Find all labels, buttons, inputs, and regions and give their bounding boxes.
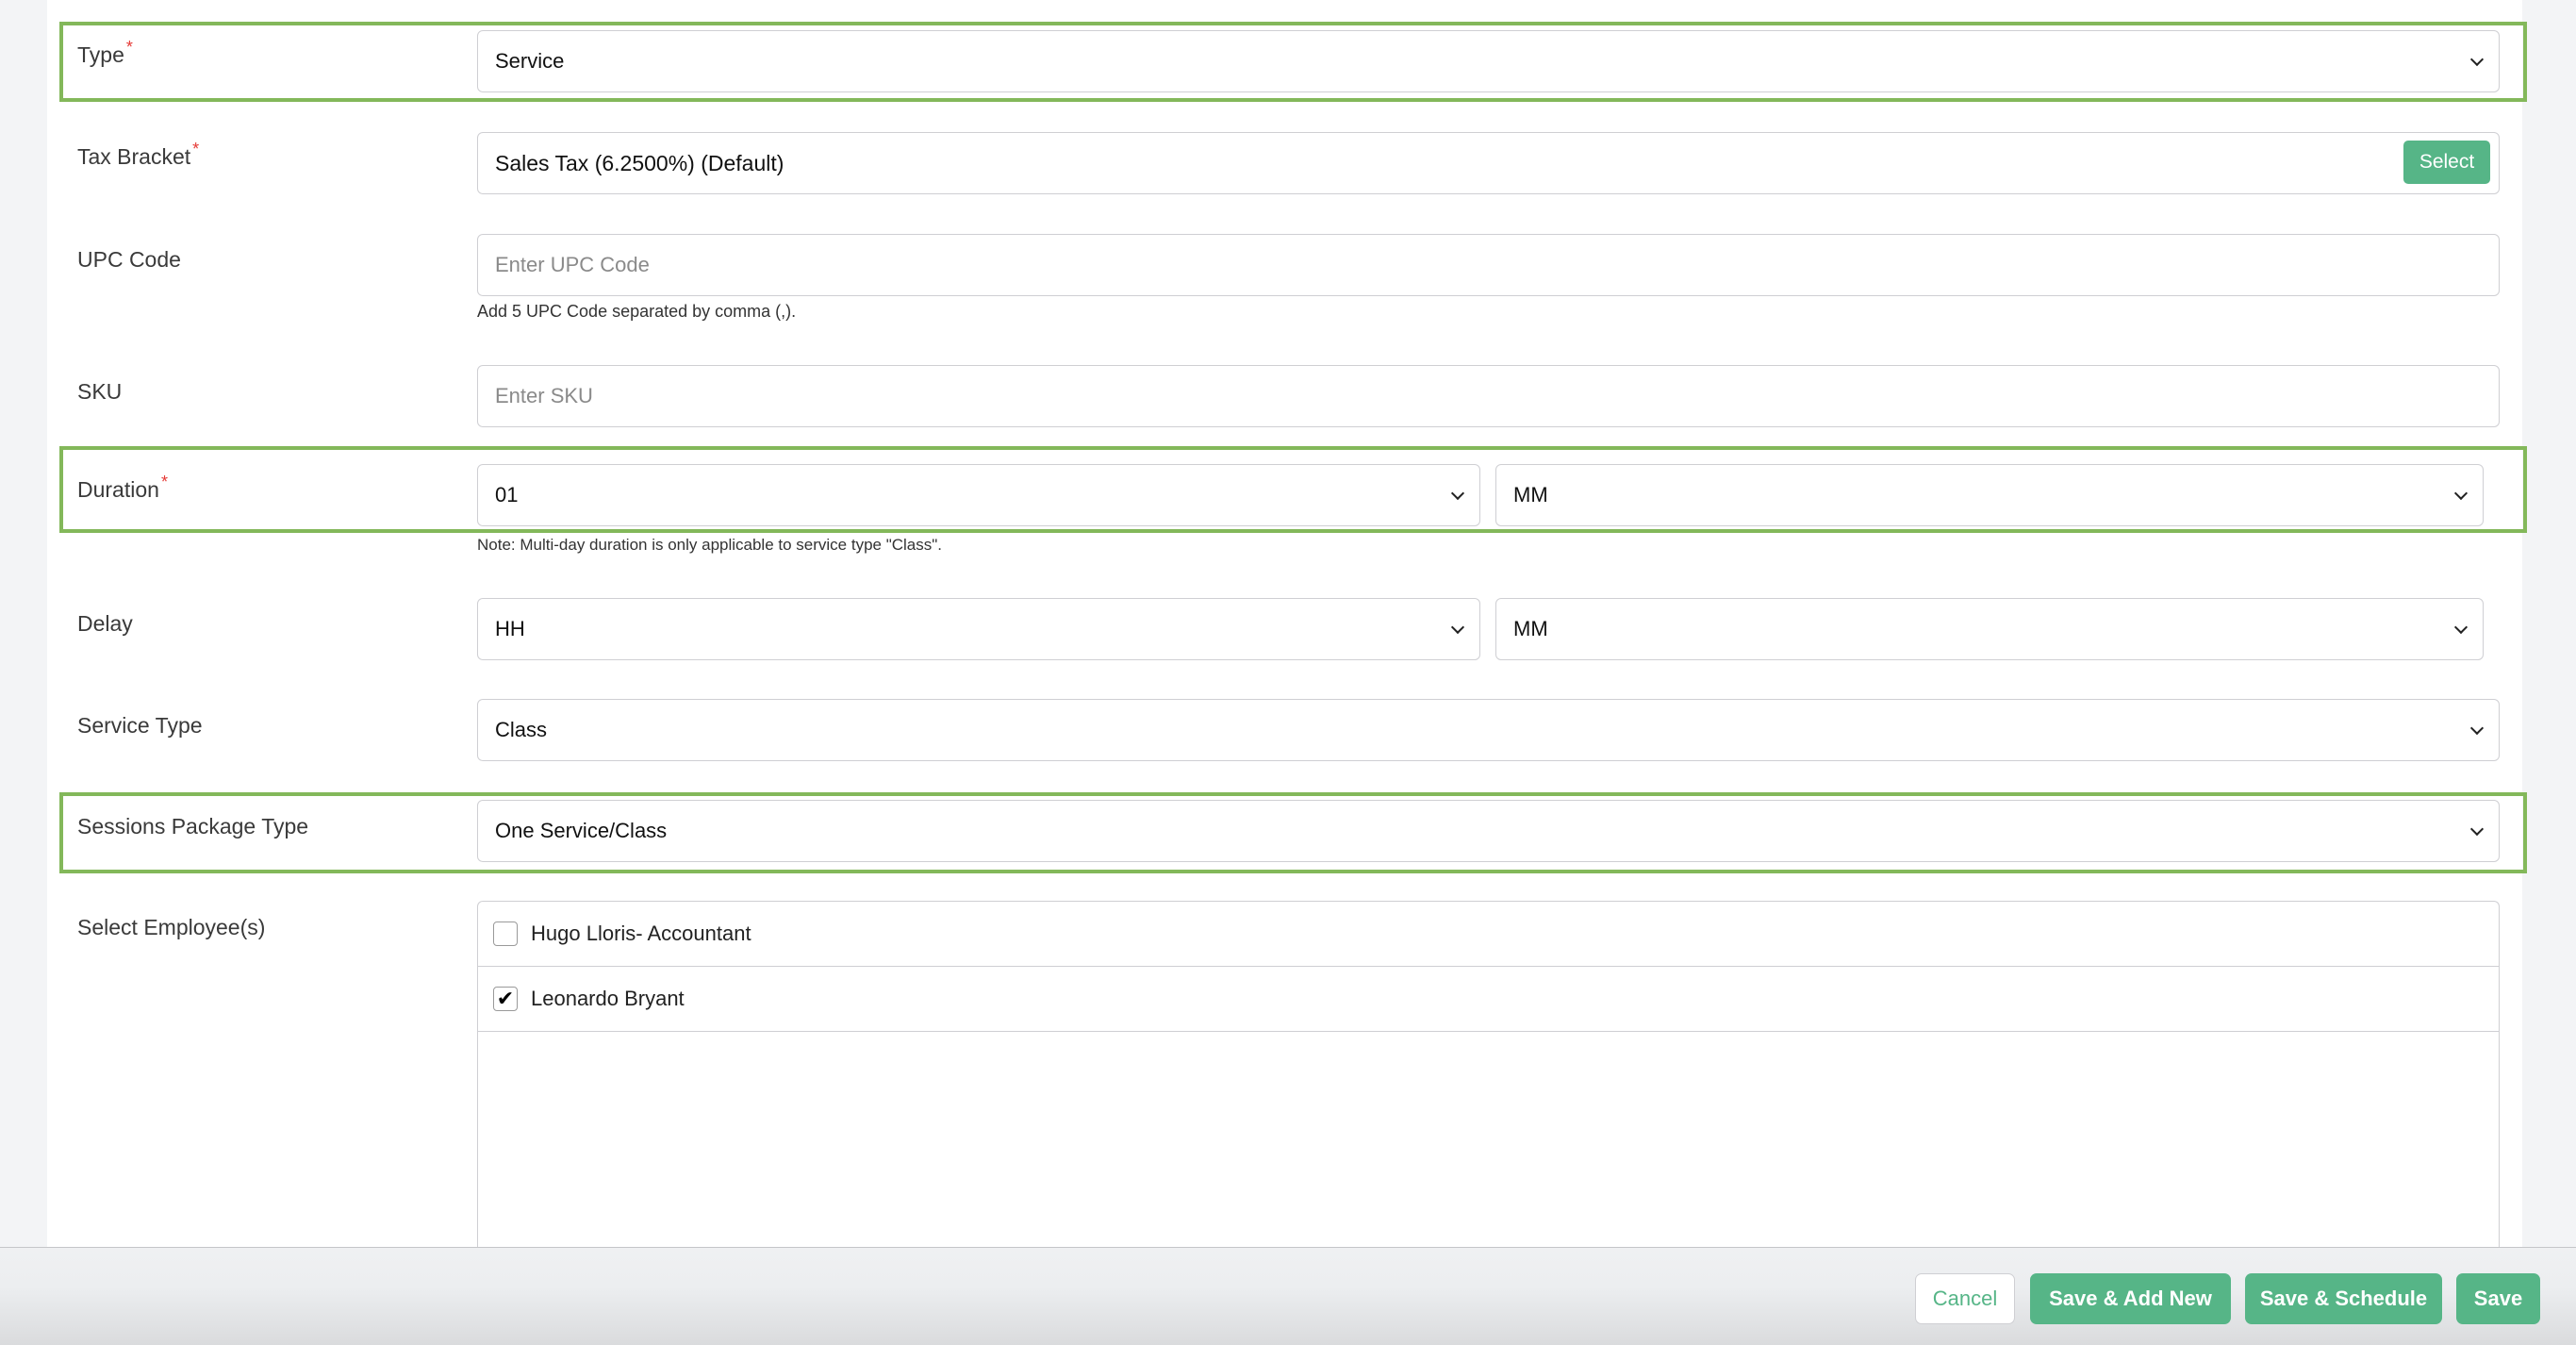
footer-bar: Cancel Save & Add New Save & Schedule Sa…	[0, 1247, 2576, 1345]
chevron-down-icon	[2453, 620, 2469, 635]
chevron-down-icon	[1450, 486, 1465, 501]
delay-hours-value: HH	[495, 617, 525, 640]
tax-bracket-field: Sales Tax (6.2500%) (Default) Select	[477, 132, 2500, 194]
required-marker: *	[125, 38, 133, 57]
checkbox-checked[interactable]: ✔	[493, 987, 518, 1011]
required-marker: *	[160, 473, 168, 491]
sku-input[interactable]: Enter SKU	[477, 365, 2500, 427]
type-label: Type *	[77, 38, 133, 67]
tax-bracket-value: Sales Tax (6.2500%) (Default)	[495, 150, 784, 175]
cancel-button[interactable]: Cancel	[1915, 1273, 2015, 1324]
employee-list-item[interactable]: Hugo Lloris- Accountant	[478, 902, 2499, 967]
save-and-schedule-button[interactable]: Save & Schedule	[2245, 1273, 2442, 1324]
duration-minutes-value: MM	[1513, 483, 1548, 506]
tax-bracket-select-button[interactable]: Select	[2403, 141, 2490, 184]
service-type-value: Class	[495, 718, 548, 741]
upc-code-input[interactable]: Enter UPC Code	[477, 234, 2500, 296]
sku-placeholder: Enter SKU	[495, 384, 593, 407]
required-marker: *	[192, 140, 200, 158]
select-employees-label: Select Employee(s)	[77, 915, 266, 939]
delay-minutes-select[interactable]: MM	[1495, 598, 2484, 660]
employee-name: Leonardo Bryant	[531, 987, 685, 1010]
type-select[interactable]: Service	[477, 30, 2500, 92]
duration-minutes-select[interactable]: MM	[1495, 464, 2484, 526]
employee-list-item[interactable]: ✔ Leonardo Bryant	[478, 967, 2499, 1032]
checkbox-unchecked[interactable]	[493, 922, 518, 946]
chevron-down-icon	[2469, 822, 2485, 837]
chevron-down-icon	[1450, 620, 1465, 635]
upc-code-placeholder: Enter UPC Code	[495, 253, 650, 276]
sessions-package-type-label: Sessions Package Type	[77, 814, 309, 839]
sessions-package-type-value: One Service/Class	[495, 819, 668, 842]
chevron-down-icon	[2469, 52, 2485, 67]
delay-label: Delay	[77, 611, 133, 636]
upc-code-help: Add 5 UPC Code separated by comma (,).	[477, 302, 797, 321]
chevron-down-icon	[2469, 721, 2485, 736]
duration-hours-value: 01	[495, 483, 519, 506]
delay-hours-select[interactable]: HH	[477, 598, 1480, 660]
delay-minutes-value: MM	[1513, 617, 1548, 640]
upc-code-label: UPC Code	[77, 247, 181, 272]
sessions-package-type-select[interactable]: One Service/Class	[477, 800, 2500, 862]
employee-name: Hugo Lloris- Accountant	[531, 922, 751, 945]
save-and-add-new-button[interactable]: Save & Add New	[2030, 1273, 2231, 1324]
service-type-label: Service Type	[77, 713, 203, 738]
duration-label: Duration *	[77, 473, 168, 502]
duration-hours-select[interactable]: 01	[477, 464, 1480, 526]
employee-list[interactable]: Hugo Lloris- Accountant ✔ Leonardo Bryan…	[477, 901, 2500, 1278]
save-button[interactable]: Save	[2456, 1273, 2540, 1324]
tax-bracket-label: Tax Bracket *	[77, 140, 200, 169]
chevron-down-icon	[2453, 486, 2469, 501]
service-type-select[interactable]: Class	[477, 699, 2500, 761]
type-select-value: Service	[495, 49, 565, 73]
duration-note: Note: Multi-day duration is only applica…	[477, 536, 943, 554]
sku-label: SKU	[77, 379, 123, 404]
